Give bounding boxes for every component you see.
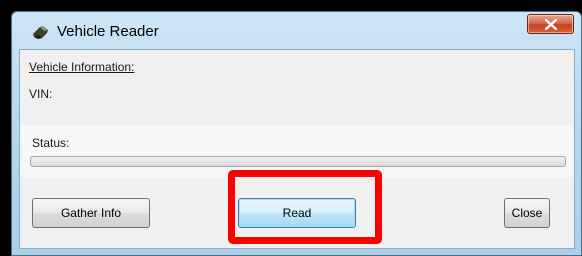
vehicle-information-heading: Vehicle Information: — [29, 60, 135, 74]
close-button[interactable]: Close — [504, 198, 550, 228]
close-x-icon — [544, 18, 557, 30]
vehicle-reader-app-icon — [33, 26, 48, 39]
screenshot-canvas: Vehicle Reader Vehicle Information: VIN:… — [0, 0, 582, 256]
gather-info-button[interactable]: Gather Info — [32, 198, 150, 228]
window-close-button[interactable] — [527, 14, 574, 34]
status-panel — [20, 125, 574, 177]
read-button[interactable]: Read — [238, 198, 356, 228]
window-title: Vehicle Reader — [57, 23, 159, 40]
client-area: Vehicle Information: VIN: Status: Gather… — [19, 49, 575, 249]
title-bar[interactable]: Vehicle Reader — [12, 12, 581, 49]
status-progress-bar — [30, 156, 566, 167]
vin-label: VIN: — [29, 87, 53, 101]
status-label: Status: — [32, 136, 70, 150]
vehicle-reader-window: Vehicle Reader Vehicle Information: VIN:… — [11, 11, 582, 256]
